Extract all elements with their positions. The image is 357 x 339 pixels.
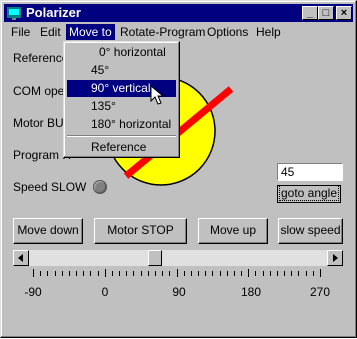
scale-tick bbox=[306, 271, 307, 276]
scale-tick bbox=[263, 271, 264, 276]
slider-left-arrow[interactable] bbox=[13, 250, 29, 266]
menu-item-180-horizontal[interactable]: 180° horizontal bbox=[67, 116, 176, 133]
scale-tick bbox=[198, 271, 199, 276]
polarizer-window: Polarizer _ □ × File Edit Move to Rotate… bbox=[0, 0, 357, 338]
scale-tick bbox=[76, 271, 77, 276]
menu-item-reference[interactable]: Reference bbox=[67, 139, 176, 156]
scale-tick bbox=[105, 269, 106, 277]
scale-tick bbox=[141, 271, 142, 276]
right-arrow-icon bbox=[333, 254, 338, 262]
scale-tick bbox=[90, 271, 91, 276]
scale-tick bbox=[220, 271, 221, 276]
scale-tick bbox=[155, 271, 156, 276]
scale-tick bbox=[313, 271, 314, 276]
scale-tick bbox=[119, 271, 120, 276]
scale-label-90: 90 bbox=[172, 285, 186, 299]
goto-angle-button[interactable]: goto angle bbox=[277, 185, 341, 203]
scale-tick bbox=[291, 271, 292, 276]
scale-tick bbox=[148, 271, 149, 276]
scale-tick bbox=[40, 271, 41, 276]
menu-item-45[interactable]: 45° bbox=[67, 62, 176, 79]
scale-tick bbox=[191, 271, 192, 276]
move-down-button[interactable]: Move down bbox=[13, 218, 83, 244]
scale-label-0: 0 bbox=[101, 285, 109, 299]
scale-tick bbox=[177, 269, 178, 277]
scale-tick bbox=[270, 271, 271, 276]
slow-speed-label: slow speed bbox=[280, 223, 341, 237]
scale-tick bbox=[227, 271, 228, 276]
scale-tick bbox=[112, 271, 113, 276]
slow-speed-button[interactable]: slow speed bbox=[278, 218, 343, 244]
menu-item-0-horizontal[interactable]: 0° horizontal bbox=[67, 44, 176, 61]
scale-tick bbox=[126, 271, 127, 276]
scale-tick bbox=[47, 271, 48, 276]
motor-stop-button[interactable]: Motor STOP bbox=[94, 218, 187, 244]
scale-tick bbox=[298, 271, 299, 276]
scale-tick bbox=[69, 271, 70, 276]
slider-thumb[interactable] bbox=[148, 250, 163, 266]
scale-label-neg90: -90 bbox=[24, 285, 42, 299]
menu-separator bbox=[67, 135, 176, 137]
scale-tick bbox=[33, 269, 34, 277]
angle-input-value: 45 bbox=[281, 165, 295, 179]
move-up-button[interactable]: Move up bbox=[198, 218, 268, 244]
scale-tick bbox=[205, 271, 206, 276]
scale-tick bbox=[255, 271, 256, 276]
scale-tick bbox=[98, 271, 99, 276]
scale-tick bbox=[162, 271, 163, 276]
mouse-cursor-icon bbox=[150, 85, 165, 105]
scale-tick bbox=[320, 269, 321, 277]
scale-tick bbox=[62, 271, 63, 276]
scale-tick bbox=[212, 271, 213, 276]
move-down-label: Move down bbox=[17, 223, 79, 237]
goto-angle-label: goto angle bbox=[278, 185, 340, 201]
scale-tick bbox=[248, 269, 249, 277]
scale-label-180: 180 bbox=[240, 285, 262, 299]
slider-right-arrow[interactable] bbox=[327, 250, 343, 266]
move-up-label: Move up bbox=[209, 223, 257, 237]
left-arrow-icon bbox=[18, 254, 23, 262]
scale-tick bbox=[241, 271, 242, 276]
angle-input[interactable]: 45 bbox=[277, 163, 343, 181]
scale-tick bbox=[284, 271, 285, 276]
scale-tick bbox=[133, 271, 134, 276]
scale-tick bbox=[169, 271, 170, 276]
scale-label-270: 270 bbox=[309, 285, 331, 299]
angle-slider[interactable] bbox=[13, 250, 343, 266]
scale-tick bbox=[83, 271, 84, 276]
scale-tick bbox=[277, 271, 278, 276]
scale-tick bbox=[234, 271, 235, 276]
scale-tick bbox=[184, 271, 185, 276]
scale-tick bbox=[55, 271, 56, 276]
motor-stop-label: Motor STOP bbox=[107, 223, 174, 237]
